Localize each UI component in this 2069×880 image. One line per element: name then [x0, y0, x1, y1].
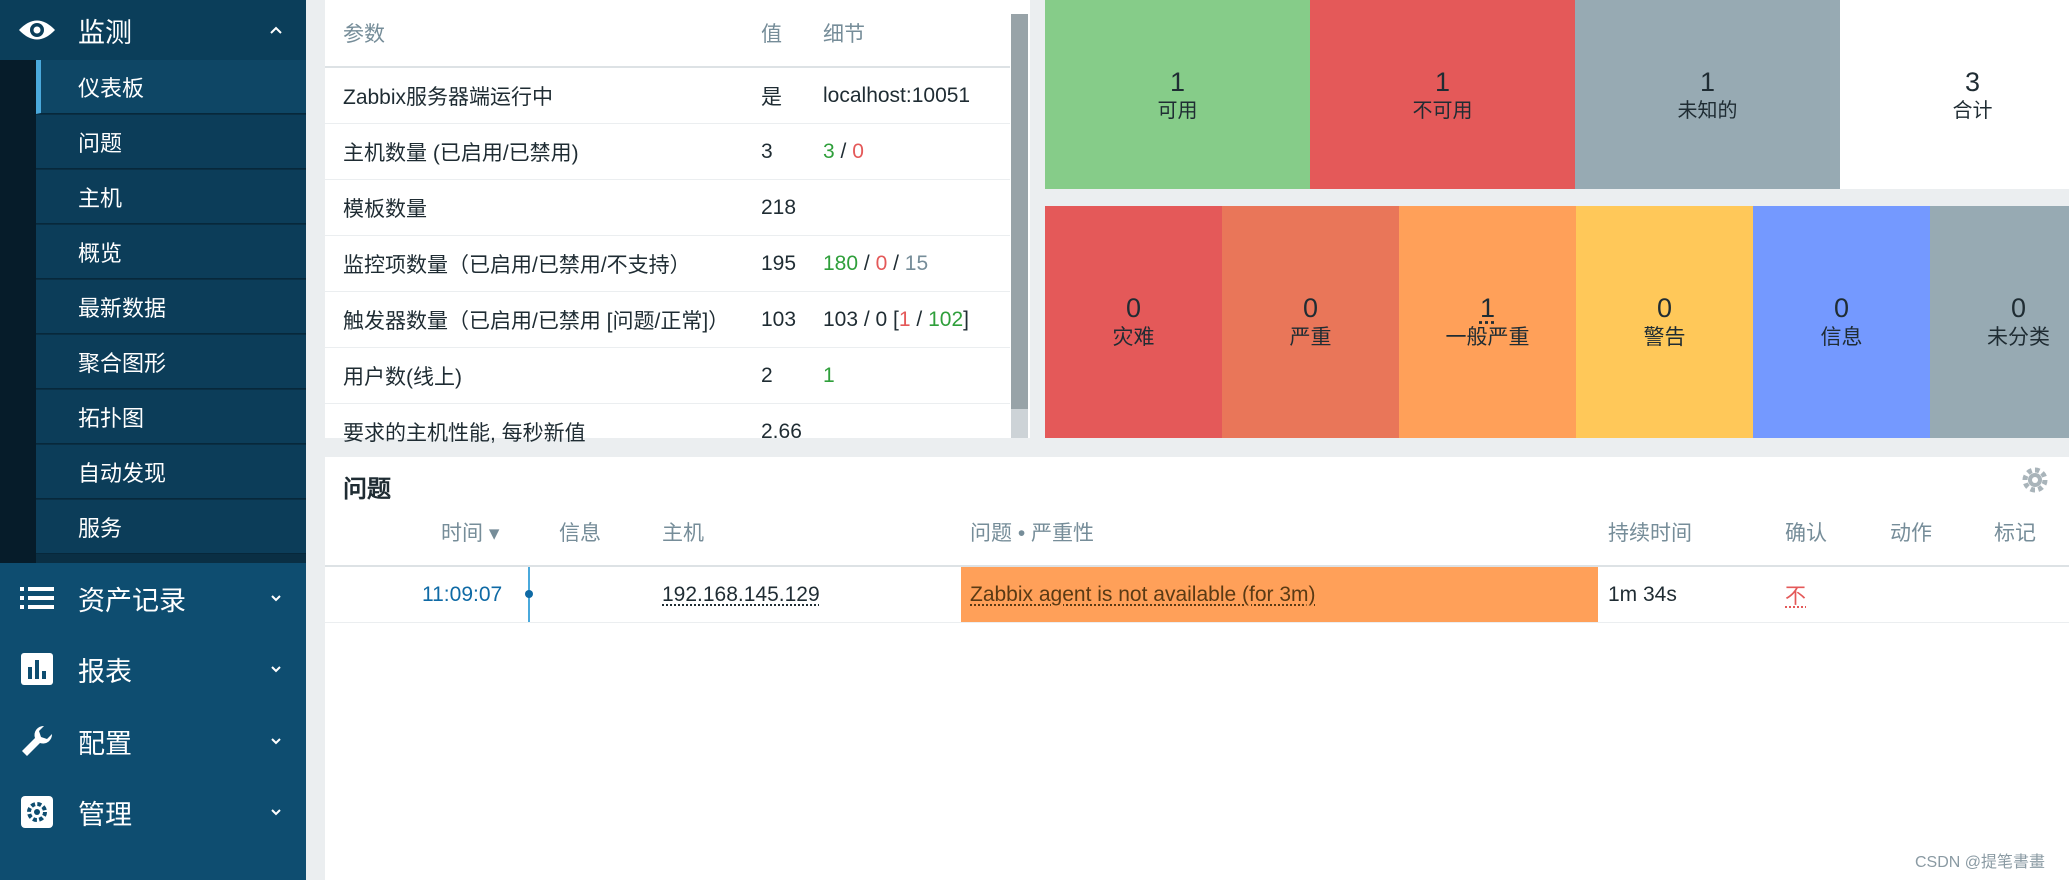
table-row: 模板数量 218 — [325, 179, 1010, 236]
problem-duration: 1m 34s — [1608, 582, 1677, 606]
system-information-widget: 参数 值 细节 Zabbix服务器端运行中 是 localhost:10051 … — [325, 0, 1030, 460]
submenu-item-discovery[interactable]: 自动发现 — [36, 445, 306, 499]
column-header-host[interactable]: 主机 — [662, 517, 704, 547]
availability-tile-unavailable[interactable]: 1 不可用 — [1310, 0, 1575, 189]
column-header-problem-severity[interactable]: 问题 • 严重性 — [970, 517, 1094, 547]
menu-configuration[interactable]: 配置 — [0, 711, 306, 771]
menu-inventory[interactable]: 资产记录 — [0, 568, 306, 628]
chevron-down-icon — [268, 661, 284, 677]
widget-title: 问题 — [343, 476, 391, 503]
scrollbar-thumb[interactable] — [1011, 14, 1028, 409]
menu-administration[interactable]: 管理 — [0, 782, 306, 842]
monitoring-submenu: 仪表板 问题 主机 概览 最新数据 聚合图形 拓扑图 自动发现 服务 — [0, 60, 306, 563]
chevron-down-icon — [268, 590, 284, 606]
wrench-icon — [18, 722, 56, 760]
chevron-down-icon — [268, 733, 284, 749]
availability-tile-total[interactable]: 3 合计 — [1840, 0, 2069, 189]
table-row: 监控项数量（已启用/已禁用/不支持） 195 180 / 0 / 15 — [325, 235, 1010, 292]
scrollbar[interactable] — [1011, 14, 1028, 438]
chevron-up-icon — [268, 22, 284, 38]
table-row: 11:09:07 192.168.145.129 Zabbix agent is… — [325, 567, 2069, 623]
table-row: Zabbix服务器端运行中 是 localhost:10051 — [325, 67, 1010, 124]
gear-icon[interactable] — [2020, 465, 2054, 499]
severity-tile-high[interactable]: 0 严重 — [1222, 206, 1399, 438]
system-info-table: 参数 值 细节 Zabbix服务器端运行中 是 localhost:10051 … — [325, 0, 1010, 460]
problems-by-severity-widget: 0 灾难 0 严重 1 一般严重 0 警告 0 信息 0 未分类 — [1045, 206, 2069, 438]
host-availability-widget: 1 可用 1 不可用 1 未知的 3 合计 — [1045, 0, 2069, 189]
column-header-param: 参数 — [325, 0, 761, 68]
eye-icon — [18, 11, 56, 49]
column-header-duration: 持续时间 — [1608, 522, 1692, 545]
gear-icon — [18, 793, 56, 831]
table-row: 用户数(线上) 2 1 — [325, 347, 1010, 404]
submenu-item-services[interactable]: 服务 — [36, 500, 306, 554]
submenu-item-screens[interactable]: 聚合图形 — [36, 335, 306, 389]
table-header-row: 参数 值 细节 — [325, 0, 1010, 68]
column-header-actions: 动作 — [1890, 522, 1932, 545]
problem-ack-link[interactable]: 不 — [1785, 567, 1806, 622]
column-header-time[interactable]: 时间 ▾ — [441, 517, 499, 547]
submenu-item-hosts[interactable]: 主机 — [36, 170, 306, 224]
availability-tile-available[interactable]: 1 可用 — [1045, 0, 1310, 189]
bar-chart-icon — [18, 650, 56, 688]
column-header-tags: 标记 — [1994, 522, 2036, 545]
severity-tile-warning[interactable]: 0 警告 — [1576, 206, 1753, 438]
severity-tile-not-classified[interactable]: 0 未分类 — [1930, 206, 2069, 438]
problem-time-link[interactable]: 11:09:07 — [422, 567, 502, 622]
submenu-item-overview[interactable]: 概览 — [36, 225, 306, 279]
submenu-item-latest-data[interactable]: 最新数据 — [36, 280, 306, 334]
availability-tile-unknown[interactable]: 1 未知的 — [1575, 0, 1840, 189]
problem-cell: Zabbix agent is not available (for 3m) — [961, 567, 1598, 622]
column-header-info: 信息 — [559, 522, 601, 545]
table-row: 主机数量 (已启用/已禁用) 3 3 / 0 — [325, 123, 1010, 180]
menu-monitoring-label: 监测 — [78, 17, 132, 48]
menu-monitoring[interactable]: 监测 — [0, 0, 306, 60]
severity-tile-information[interactable]: 0 信息 — [1753, 206, 1930, 438]
column-header-ack: 确认 — [1785, 522, 1827, 545]
submenu-item-maps[interactable]: 拓扑图 — [36, 390, 306, 444]
problems-widget: 问题 时间 ▾ 信息 主机 问题 • 严重性 持续时间 确认 动作 标记 11:… — [325, 457, 2069, 880]
list-icon — [18, 579, 56, 617]
table-row: 要求的主机性能, 每秒新值 2.66 — [325, 403, 1010, 460]
watermark: CSDN @提笔書畫 — [1915, 854, 2046, 871]
chevron-down-icon — [268, 804, 284, 820]
column-header-value: 值 — [761, 0, 823, 68]
severity-tile-disaster[interactable]: 0 灾难 — [1045, 206, 1222, 438]
submenu-item-dashboard[interactable]: 仪表板 — [36, 60, 306, 114]
sidebar: 监测 仪表板 问题 主机 概览 最新数据 聚合图形 拓扑图 自动发现 服务 资产… — [0, 0, 306, 880]
submenu-item-problems[interactable]: 问题 — [36, 115, 306, 169]
table-row: 触发器数量（已启用/已禁用 [问题/正常]） 103 103 / 0 [1 / … — [325, 291, 1010, 348]
timeline-dot — [525, 590, 533, 598]
problem-host-link[interactable]: 192.168.145.129 — [662, 567, 820, 622]
column-header-details: 细节 — [823, 0, 1010, 68]
severity-tile-average[interactable]: 1 一般严重 — [1399, 206, 1576, 438]
menu-reports[interactable]: 报表 — [0, 639, 306, 699]
problem-name-link[interactable]: Zabbix agent is not available (for 3m) — [970, 583, 1316, 607]
